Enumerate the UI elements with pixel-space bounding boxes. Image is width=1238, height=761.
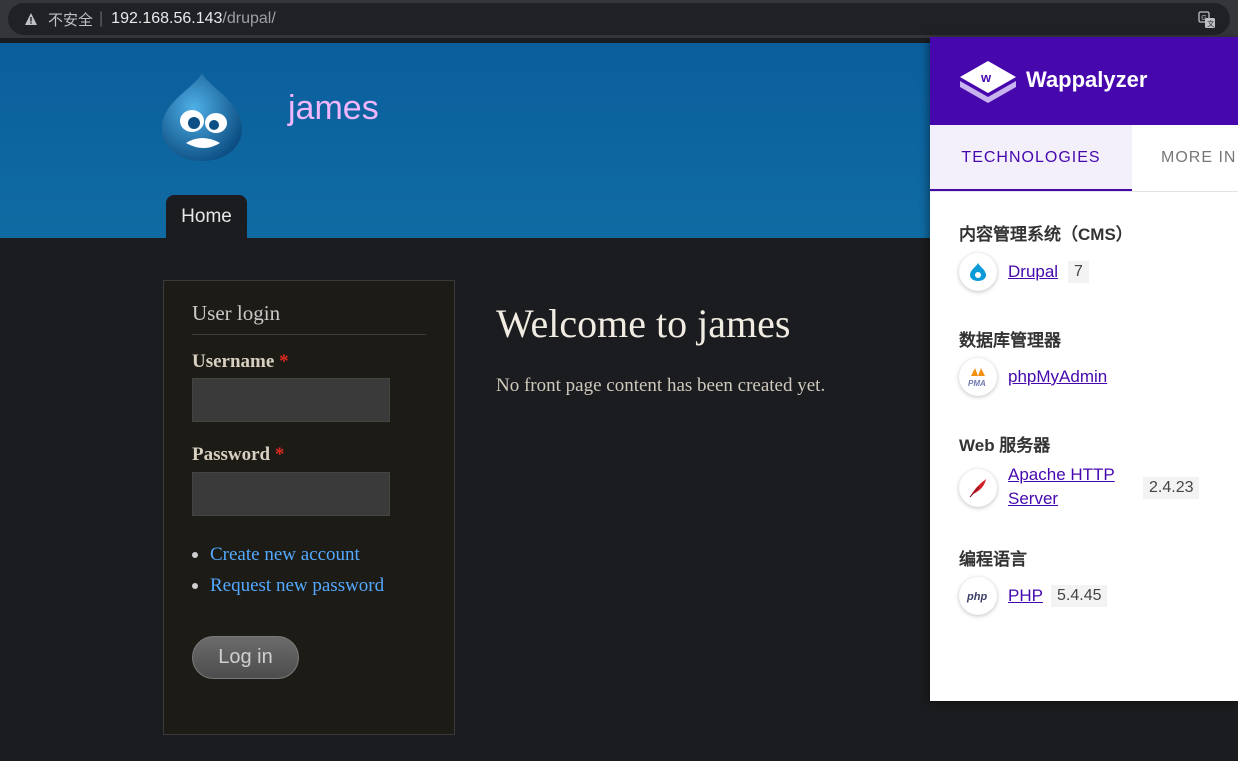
tab-technologies[interactable]: TECHNOLOGIES — [930, 125, 1132, 191]
nav-tab-home[interactable]: Home — [166, 195, 247, 238]
password-input[interactable] — [192, 472, 390, 516]
drupal-icon — [959, 253, 997, 291]
tech-name-line: Apache HTTP — [1008, 465, 1115, 484]
warning-icon[interactable] — [24, 12, 38, 26]
password-label-text: Password — [192, 444, 271, 465]
svg-text:文: 文 — [1207, 19, 1214, 28]
tech-link-apache[interactable]: Apache HTTP Server — [1008, 465, 1115, 509]
category-title-web-server: Web 服务器 — [959, 436, 1051, 455]
svg-text:w: w — [980, 70, 992, 85]
wappalyzer-tabs: TECHNOLOGIES MORE IN — [930, 125, 1238, 192]
url-separator: | — [99, 10, 104, 27]
translate-icon[interactable]: G 文 — [1198, 11, 1216, 29]
login-links: Create new account Request new password — [192, 539, 384, 601]
category-title-cms: 内容管理系统（CMS） — [959, 225, 1133, 244]
list-item: Request new password — [192, 570, 384, 601]
drupal-logo[interactable] — [160, 71, 244, 163]
svg-text:G: G — [1201, 15, 1206, 22]
site-name[interactable]: james — [288, 89, 379, 128]
tech-link-drupal[interactable]: Drupal — [1008, 262, 1058, 282]
version-badge: 5.4.45 — [1051, 585, 1108, 607]
page-body-text: No front page content has been created y… — [496, 375, 826, 396]
username-label-text: Username — [192, 351, 275, 372]
username-label: Username * — [192, 351, 289, 373]
required-marker: * — [279, 351, 289, 372]
php-icon-text: php — [966, 591, 987, 603]
url-host[interactable]: 192.168.56.143 — [111, 10, 222, 28]
phpmyadmin-icon-text: PMA — [968, 379, 986, 388]
username-input[interactable] — [192, 378, 390, 422]
apache-feather-icon — [959, 469, 997, 507]
login-block-title: User login — [192, 301, 426, 335]
phpmyadmin-icon: PMA — [959, 358, 997, 396]
address-bar[interactable]: 不安全 | 192.168.56.143/drupal/ G 文 — [8, 3, 1230, 35]
php-icon: php — [959, 577, 997, 615]
password-label: Password * — [192, 444, 284, 466]
create-account-link[interactable]: Create new account — [210, 544, 360, 566]
required-marker: * — [274, 444, 285, 465]
version-badge: 7 — [1068, 261, 1089, 283]
wappalyzer-logo-icon: w — [960, 61, 1016, 103]
wappalyzer-header: w Wappalyzer — [930, 37, 1238, 125]
browser-toolbar: 不安全 | 192.168.56.143/drupal/ G 文 — [0, 0, 1238, 38]
tech-link-php[interactable]: PHP — [1008, 586, 1043, 606]
tech-link-phpmyadmin[interactable]: phpMyAdmin — [1008, 367, 1107, 387]
category-title-database: 数据库管理器 — [959, 331, 1061, 350]
bullet-icon — [192, 582, 198, 589]
user-login-block: User login Username * Password * Create … — [163, 280, 455, 735]
wappalyzer-brand: Wappalyzer — [1026, 67, 1148, 92]
login-button[interactable]: Log in — [192, 636, 299, 679]
version-badge: 2.4.23 — [1143, 477, 1200, 499]
page-title: Welcome to james — [496, 301, 791, 346]
wappalyzer-panel: w Wappalyzer TECHNOLOGIES MORE IN 内容管理系统… — [930, 37, 1238, 701]
list-item: Create new account — [192, 539, 384, 570]
tech-name-line: Server — [1008, 489, 1059, 508]
category-title-language: 编程语言 — [959, 550, 1027, 569]
security-label[interactable]: 不安全 — [48, 9, 93, 30]
request-password-link[interactable]: Request new password — [210, 575, 384, 597]
bullet-icon — [192, 551, 198, 558]
tab-more-info[interactable]: MORE IN — [1161, 125, 1236, 191]
url-path[interactable]: /drupal/ — [222, 10, 275, 28]
